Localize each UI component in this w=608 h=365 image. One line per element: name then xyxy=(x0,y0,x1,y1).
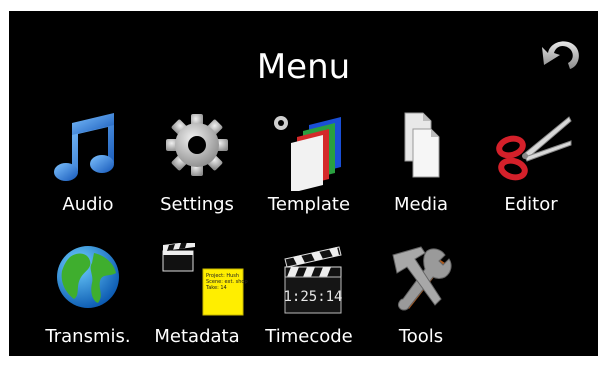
scissors-icon xyxy=(473,111,589,191)
clapperboard-timecode-icon: 1:25:14 xyxy=(251,243,367,323)
template-layers-icon xyxy=(251,111,367,191)
undo-arrow-icon xyxy=(538,33,584,73)
menu-item-label: Tools xyxy=(398,326,444,347)
menu-item-timecode[interactable]: 1:25:14 Timecode xyxy=(251,243,367,356)
menu-item-metadata[interactable]: Project: Hush Scene: ext. shop Take: 14 … xyxy=(139,243,255,356)
menu-item-label: Template xyxy=(267,194,351,215)
music-note-icon xyxy=(30,111,146,191)
menu-item-tools[interactable]: Tools xyxy=(363,243,479,356)
back-button[interactable] xyxy=(538,33,584,73)
metadata-note-line: Take: 14 xyxy=(205,285,227,291)
menu-item-editor[interactable]: Editor xyxy=(473,111,589,229)
page-title: Menu xyxy=(256,47,351,87)
menu-item-template[interactable]: Template xyxy=(251,111,367,229)
menu-item-label: Settings xyxy=(160,194,234,215)
globe-icon xyxy=(30,243,146,323)
clapper-note-icon: Project: Hush Scene: ext. shop Take: 14 xyxy=(139,243,255,323)
menu-item-audio[interactable]: Audio xyxy=(30,111,146,229)
menu-item-label: Audio xyxy=(62,194,114,215)
menu-item-label: Timecode xyxy=(265,326,353,347)
menu-item-label: Metadata xyxy=(154,326,240,347)
hammer-wrench-icon xyxy=(363,243,479,323)
gear-icon xyxy=(139,111,255,191)
menu-item-label: Transmis. xyxy=(45,326,131,347)
timecode-readout: 1:25:14 xyxy=(283,289,342,305)
menu-item-media[interactable]: Media xyxy=(363,111,479,229)
menu-item-label: Media xyxy=(393,194,449,215)
menu-item-settings[interactable]: Settings xyxy=(139,111,255,229)
menu-item-label: Editor xyxy=(504,194,558,215)
menu-item-transmis[interactable]: Transmis. xyxy=(30,243,146,356)
menu-screen: Menu Audio Settings Template Media Edito… xyxy=(9,11,598,356)
documents-icon xyxy=(363,111,479,191)
